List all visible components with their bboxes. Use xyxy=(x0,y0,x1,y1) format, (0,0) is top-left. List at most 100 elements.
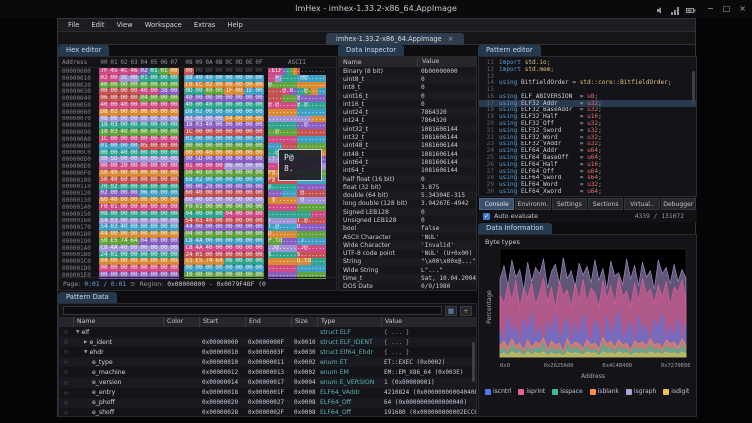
hex-byte[interactable]: 40 xyxy=(204,88,214,95)
hex-byte[interactable]: 5D xyxy=(194,156,204,163)
hex-byte[interactable]: 00 xyxy=(129,197,139,204)
hex-byte[interactable]: 00 xyxy=(159,204,169,211)
hex-byte[interactable]: 00 xyxy=(119,204,129,211)
hex-byte[interactable]: 00 xyxy=(109,88,119,95)
hex-byte[interactable]: 04 xyxy=(99,258,109,265)
inspector-row[interactable]: time_tSat, 10.04.2004 xyxy=(339,274,476,282)
hex-byte[interactable]: 03 xyxy=(194,122,204,129)
hex-byte[interactable]: 00 xyxy=(139,265,149,272)
inspector-row[interactable]: uint32_t1081606144 xyxy=(339,125,476,133)
inspector-row[interactable]: int48_t1081606144 xyxy=(339,150,476,158)
hex-byte[interactable]: 00 xyxy=(244,190,254,197)
hex-byte[interactable]: 00 xyxy=(169,75,179,82)
hex-byte[interactable]: 00 xyxy=(184,265,194,272)
hex-byte[interactable]: 00 xyxy=(109,102,119,109)
hex-byte[interactable]: 03 xyxy=(194,218,204,225)
hex-byte[interactable]: 00 xyxy=(234,218,244,225)
hex-byte[interactable]: 00 xyxy=(169,231,179,238)
hex-byte[interactable]: 00 xyxy=(184,68,194,75)
pattern-row[interactable]: ☆▼ehdr0x000000100x0000003F0x0030struct E… xyxy=(59,347,476,357)
hex-byte[interactable]: 00 xyxy=(149,129,159,136)
hex-byte[interactable]: 00 xyxy=(244,129,254,136)
region-icon[interactable]: ≡ xyxy=(130,280,135,288)
hex-byte[interactable]: 00 xyxy=(149,211,159,218)
hex-byte[interactable]: 00 xyxy=(254,95,264,102)
pattern-row[interactable]: ☆▼elfstruct ELF{ ... } xyxy=(59,327,476,337)
hex-byte[interactable]: 00 xyxy=(204,204,214,211)
hex-byte[interactable]: 24 xyxy=(99,252,109,259)
hex-byte[interactable]: 00 xyxy=(194,129,204,136)
hex-byte[interactable]: 00 xyxy=(234,129,244,136)
hex-byte[interactable]: 00 xyxy=(159,224,169,231)
hex-byte[interactable]: 00 xyxy=(224,150,234,157)
inspector-row[interactable]: uint8_t0 xyxy=(339,75,476,83)
hex-byte[interactable]: 00 xyxy=(234,238,244,245)
hex-byte[interactable]: 00 xyxy=(119,170,129,177)
legend-item-isprint[interactable]: isprint xyxy=(518,388,545,395)
editor-line[interactable]: 18using ELF32_BaseAddr = u32; xyxy=(479,107,696,114)
hex-byte[interactable]: 54 xyxy=(99,224,109,231)
hex-byte[interactable]: 00 xyxy=(139,163,149,170)
star-icon[interactable]: ☆ xyxy=(59,367,73,377)
hex-byte[interactable]: 00 xyxy=(194,116,204,123)
hex-byte[interactable]: 00 xyxy=(234,102,244,109)
hex-byte[interactable]: 00 xyxy=(149,143,159,150)
hex-byte[interactable]: 00 xyxy=(139,184,149,191)
hex-byte[interactable]: 00 xyxy=(214,170,224,177)
hex-byte[interactable]: 00 xyxy=(149,109,159,116)
hex-byte[interactable]: 00 xyxy=(234,68,244,75)
hex-byte[interactable]: 00 xyxy=(149,170,159,177)
hex-byte[interactable]: 00 xyxy=(149,204,159,211)
hex-ascii-char[interactable]: . xyxy=(322,143,326,150)
hex-byte[interactable]: 00 xyxy=(224,95,234,102)
hex-byte[interactable]: 00 xyxy=(214,150,224,157)
hex-byte[interactable]: 00 xyxy=(194,102,204,109)
hex-byte[interactable]: 00 xyxy=(184,184,194,191)
hex-byte[interactable]: 00 xyxy=(149,224,159,231)
hex-byte[interactable]: 00 xyxy=(254,238,264,245)
hex-byte[interactable]: 00 xyxy=(224,82,234,89)
hex-byte[interactable]: 00 xyxy=(254,211,264,218)
hex-byte[interactable]: 00 xyxy=(254,102,264,109)
hex-byte[interactable]: E5 xyxy=(109,238,119,245)
hex-byte[interactable]: 00 xyxy=(169,224,179,231)
hex-byte[interactable]: 00 xyxy=(99,150,109,157)
hex-byte[interactable]: 00 xyxy=(194,265,204,272)
hex-byte[interactable]: 00 xyxy=(149,136,159,143)
hex-byte[interactable]: 00 xyxy=(244,245,254,252)
inspector-row[interactable]: long double (128 bit)3.94267E-4942 xyxy=(339,200,476,208)
hex-byte[interactable]: 00 xyxy=(109,82,119,89)
hex-byte[interactable]: 5D xyxy=(109,156,119,163)
hex-byte[interactable]: 60 xyxy=(204,197,214,204)
hex-byte[interactable]: 40 xyxy=(99,82,109,89)
hex-byte[interactable]: 40 xyxy=(204,218,214,225)
hex-byte[interactable]: 08 xyxy=(99,116,109,123)
hex-byte[interactable]: 00 xyxy=(119,88,129,95)
hex-byte[interactable]: 00 xyxy=(234,170,244,177)
hex-byte[interactable]: 00 xyxy=(234,177,244,184)
hex-byte[interactable]: 00 xyxy=(159,150,169,157)
hex-byte[interactable]: 00 xyxy=(109,150,119,157)
hex-byte[interactable]: 00 xyxy=(224,204,234,211)
hex-byte[interactable]: 02 xyxy=(204,82,214,89)
hex-byte[interactable]: 00 xyxy=(204,129,214,136)
hex-ascii-char[interactable]: . xyxy=(322,95,326,102)
hex-byte[interactable]: 00 xyxy=(224,224,234,231)
hex-byte[interactable]: 00 xyxy=(159,156,169,163)
hex-byte[interactable]: 00 xyxy=(234,258,244,265)
hex-byte[interactable]: 00 xyxy=(139,136,149,143)
hex-byte[interactable]: 40 xyxy=(204,102,214,109)
hex-byte[interactable]: 00 xyxy=(214,156,224,163)
hex-byte[interactable]: 44 xyxy=(184,224,194,231)
hex-byte[interactable]: 03 xyxy=(184,116,194,123)
pattern-row[interactable]: ☆▶e_ident0x000000000x0000000F0x0010struc… xyxy=(59,337,476,347)
hex-byte[interactable]: 00 xyxy=(129,190,139,197)
legend-item-iscntrl[interactable]: iscntrl xyxy=(485,388,511,395)
hex-byte[interactable]: 00 xyxy=(129,109,139,116)
hex-byte[interactable]: 00 xyxy=(234,143,244,150)
hex-byte[interactable]: 00 xyxy=(224,190,234,197)
hex-byte[interactable]: 00 xyxy=(119,116,129,123)
hex-ascii-char[interactable]: . xyxy=(322,224,326,231)
hex-byte[interactable]: 54 xyxy=(99,218,109,225)
hex-byte[interactable]: 74 xyxy=(204,258,214,265)
